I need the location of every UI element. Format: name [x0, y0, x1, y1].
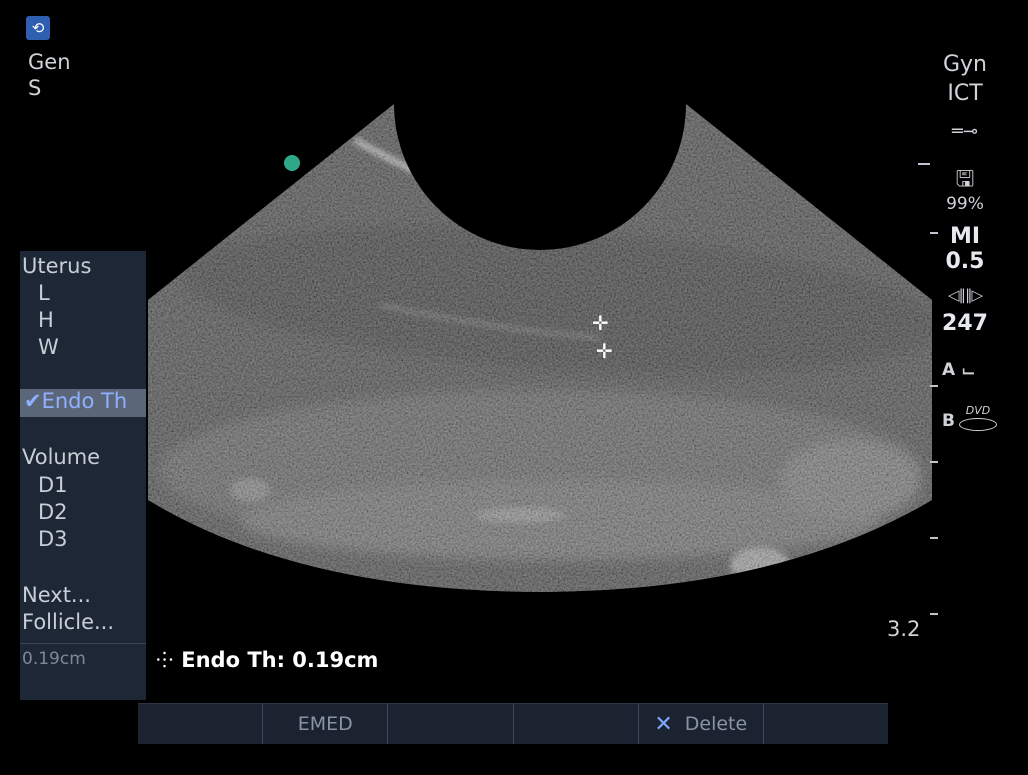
menu-item-d1[interactable]: D1: [20, 473, 164, 497]
readout-text: Endo Th: 0.19cm: [181, 648, 379, 672]
probe-label: ICT: [947, 81, 983, 106]
dvd-icon-text: DVD: [965, 404, 991, 417]
menu-item-follicle[interactable]: Follicle...: [20, 610, 148, 634]
depth-scale-value: 3.2: [887, 617, 921, 641]
menu-item-next[interactable]: Next...: [20, 583, 148, 607]
dvd-icon[interactable]: DVD: [958, 404, 998, 434]
menu-item-d2[interactable]: D2: [20, 500, 164, 524]
softkey-delete[interactable]: ✕ Delete: [639, 704, 764, 744]
mi-value: 0.5: [945, 249, 985, 274]
panel-divider: [20, 643, 146, 644]
mi-label: MI: [949, 224, 981, 249]
probe-icon: ═⊸: [952, 121, 978, 142]
measurement-readout: ⸭ Endo Th: 0.19cm: [156, 646, 378, 674]
storage-percent: 99%: [946, 194, 984, 214]
softkey-emed[interactable]: EMED: [263, 704, 389, 744]
menu-group-volume[interactable]: Volume: [20, 445, 148, 469]
softkey-1[interactable]: [138, 704, 264, 744]
delete-label: Delete: [684, 713, 748, 735]
disc-shape: [959, 418, 997, 431]
orientation-marker: [284, 155, 300, 171]
depth-tick: [918, 163, 930, 165]
caliper-icon: ⸭: [156, 648, 174, 672]
panel-result-value: 0.19cm: [22, 649, 86, 669]
print-a-label: A: [942, 360, 956, 380]
menu-group-uterus[interactable]: Uterus: [20, 254, 148, 278]
depth-tick: [930, 385, 938, 387]
print-b-label: B: [942, 411, 955, 431]
preset-label: Gyn: [942, 52, 987, 77]
softkey-3[interactable]: [388, 704, 514, 744]
menu-item-endo-thickness[interactable]: ✔Endo Th: [20, 389, 146, 417]
depth-tick: [930, 537, 938, 539]
softkey-bar: EMED ✕ Delete: [138, 703, 888, 744]
depth-tick: [930, 461, 938, 463]
close-icon: ✕: [654, 711, 673, 737]
softkey-4[interactable]: [514, 704, 639, 744]
print-icon[interactable]: ⨽: [962, 356, 975, 381]
depth-tick: [930, 232, 938, 234]
depth-tick: [930, 613, 938, 615]
measurement-menu: Uterus L H W ✔Endo Th Volume D1 D2 D3 Ne…: [20, 251, 146, 700]
ultrasound-image: [148, 104, 932, 592]
menu-item-height[interactable]: H: [20, 308, 164, 332]
cine-frames-icon: ◁∥∥▷: [947, 286, 983, 304]
caliper-cursor-2[interactable]: ✛: [596, 341, 613, 361]
menu-item-d3[interactable]: D3: [20, 527, 164, 551]
menu-item-length[interactable]: L: [20, 281, 164, 305]
frame-count: 247: [942, 311, 988, 336]
softkey-6[interactable]: [764, 704, 888, 744]
caliper-cursor-1[interactable]: ✛: [592, 313, 609, 333]
menu-item-width[interactable]: W: [20, 335, 164, 359]
